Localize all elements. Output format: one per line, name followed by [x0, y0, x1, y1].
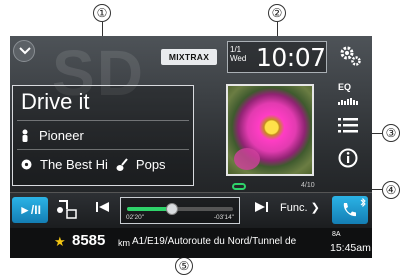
mixtrax-button[interactable]: MIXTRAX [161, 49, 217, 65]
eq-button[interactable]: EQ [338, 83, 362, 110]
callout-1: ① [93, 4, 111, 22]
nav-badge: 8A [332, 231, 341, 238]
control-bar: ►/II 02'20" -03'14" Func. ❯ [10, 192, 372, 228]
function-label: Func. [280, 202, 308, 214]
clock-widget[interactable]: 1/1 Wed 10:07 [227, 41, 327, 73]
callout-4: ④ [382, 181, 400, 199]
next-track-button[interactable] [254, 201, 268, 215]
eq-label: EQ [338, 82, 352, 92]
disc-icon [21, 159, 32, 170]
distance-unit: km [118, 238, 130, 248]
album-artwork[interactable] [226, 84, 314, 176]
artist-row: Pioneer [21, 128, 84, 143]
callout-3: ③ [382, 124, 400, 142]
date-value: 1/1 [230, 45, 242, 54]
divider [17, 120, 189, 121]
person-icon [22, 129, 28, 142]
skip-previous-icon [96, 202, 109, 212]
progress-track [127, 203, 233, 215]
head-unit-screen: SD MIXTRAX 1/1 Wed 10:07 Drive it Pionee… [10, 36, 372, 258]
play-pause-button[interactable]: ►/II [12, 197, 48, 223]
clock-time: 10:07 [256, 43, 326, 72]
previous-track-button[interactable] [96, 201, 110, 215]
star-icon: ★ [54, 234, 66, 249]
genre-name: Pops [135, 157, 166, 172]
progress-fill [127, 207, 172, 211]
progress-bar[interactable]: 02'20" -03'14" [120, 197, 240, 224]
nav-clock: 15:45am [330, 242, 371, 254]
weekday: Wed [230, 54, 247, 63]
callout-5: ⑤ [175, 257, 193, 275]
function-button[interactable]: Func. ❯ [280, 201, 320, 214]
bluetooth-icon [360, 198, 366, 207]
album-row: The Best Hi Pops [21, 157, 166, 172]
divider [17, 149, 189, 150]
remaining-time: -03'14" [213, 214, 234, 221]
distance-value: 8585 [72, 232, 106, 249]
phone-icon [343, 203, 356, 217]
navigation-bar[interactable]: ★ 8585 km A1/E19/Autoroute du Nord/Tunne… [10, 228, 372, 258]
album-name: The Best Hi [40, 157, 108, 172]
track-title: Drive it [21, 89, 90, 114]
menu-button[interactable] [13, 40, 35, 62]
elapsed-time: 02'20" [126, 214, 145, 221]
phone-button[interactable] [332, 196, 368, 224]
guitar-icon [116, 157, 128, 171]
progress-knob[interactable] [165, 203, 178, 215]
route-name: A1/E19/Autoroute du Nord/Tunnel de [132, 236, 297, 247]
info-icon[interactable] [338, 148, 358, 168]
chevron-right-icon: ❯ [310, 202, 320, 214]
eq-icon [338, 98, 358, 105]
music-source-icon[interactable] [56, 198, 78, 220]
repeat-icon[interactable] [232, 183, 246, 190]
skip-next-icon [255, 202, 268, 212]
artist-name: Pioneer [39, 128, 84, 143]
track-counter: 4/10 [301, 182, 315, 189]
date-display: 1/1 Wed [230, 45, 246, 63]
list-icon[interactable] [338, 117, 358, 133]
chevron-down-icon [19, 47, 31, 55]
gears-icon[interactable] [338, 43, 362, 67]
track-info-panel: Drive it Pioneer The Best Hi Pops [12, 85, 194, 186]
callout-2: ② [268, 4, 286, 22]
